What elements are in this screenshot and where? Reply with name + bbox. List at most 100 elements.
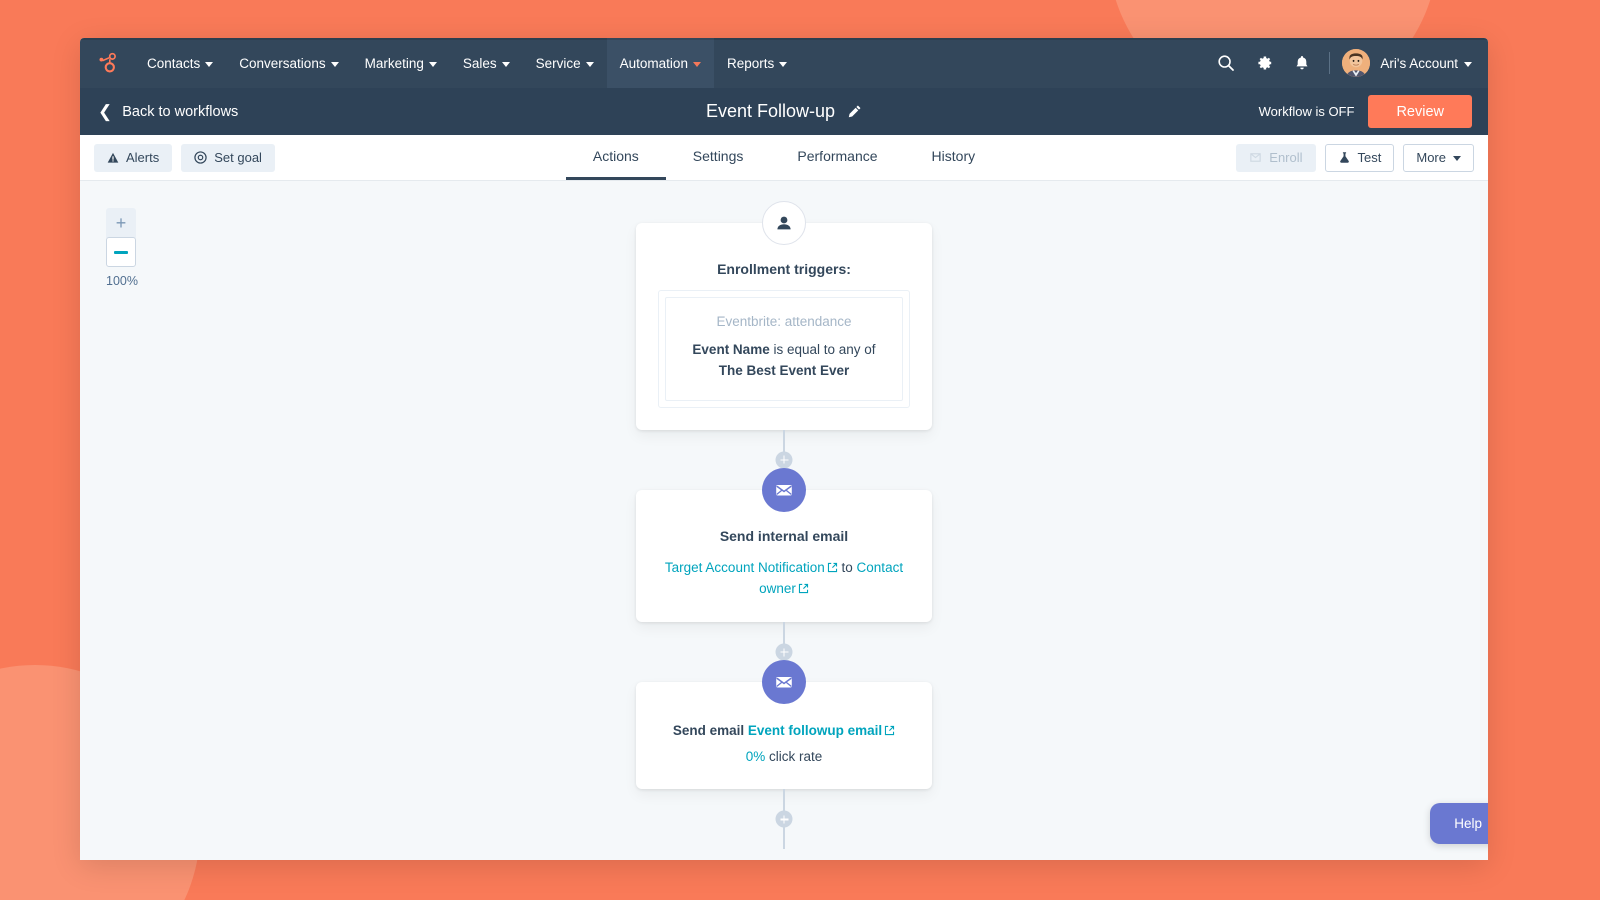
person-icon	[762, 201, 806, 245]
tab-settings[interactable]: Settings	[666, 135, 771, 180]
trigger-value: The Best Event Ever	[718, 362, 850, 378]
workflow-name: Event Follow-up	[705, 101, 836, 121]
workflow-status-label: Workflow is OFF	[1258, 104, 1355, 119]
tab-history[interactable]: History	[905, 135, 1003, 180]
minus-icon	[114, 250, 128, 254]
enroll-label: Enroll	[1269, 150, 1303, 165]
tab-label: Performance	[797, 148, 878, 164]
primary-nav-items: Contacts Conversations Marketing Sales S…	[134, 38, 800, 88]
help-button[interactable]: Help	[1430, 803, 1488, 844]
workflow-flow: Enrollment triggers: Eventbrite: attenda…	[636, 181, 932, 850]
add-action-button[interactable]	[775, 810, 793, 828]
send-email-node[interactable]: Send email Event followup email 0% click…	[636, 660, 932, 790]
internal-email-body: Target Account Notification to Contact o…	[658, 557, 910, 600]
nav-top-shadow	[80, 38, 1488, 40]
search-icon[interactable]	[1207, 38, 1245, 88]
nav-item-label: Reports	[726, 55, 775, 71]
tab-label: Actions	[592, 148, 639, 164]
trigger-outer-frame: Eventbrite: attendance Event Name is equ…	[658, 290, 910, 408]
toolbar-right-actions: Enroll Test More	[1236, 143, 1474, 172]
external-link-icon	[885, 725, 895, 736]
envelope-icon	[762, 660, 806, 705]
avatar[interactable]	[1342, 49, 1371, 77]
send-email-link[interactable]: Event followup email	[748, 723, 895, 738]
enroll-icon	[1250, 153, 1262, 162]
chevron-down-icon	[1464, 61, 1472, 67]
send-email-title: Send email	[672, 723, 745, 739]
tab-performance[interactable]: Performance	[770, 135, 904, 180]
hubspot-sprocket-logo[interactable]	[80, 38, 134, 88]
external-link-icon	[798, 584, 808, 594]
chevron-down-icon	[501, 61, 510, 67]
tab-label: Settings	[692, 148, 744, 164]
alerts-button[interactable]: Alerts	[94, 143, 173, 172]
nav-item-marketing[interactable]: Marketing	[352, 38, 450, 88]
chevron-down-icon	[428, 61, 437, 67]
back-to-workflows-link[interactable]: ❮ Back to workflows	[80, 103, 238, 120]
click-rate-label: click rate	[769, 748, 823, 764]
zoom-in-button[interactable]: +	[106, 208, 136, 238]
flask-icon	[1339, 152, 1349, 163]
toolbar-left-actions: Alerts Set goal	[94, 143, 275, 172]
trigger-source-label: Eventbrite: attendance	[716, 314, 852, 329]
enrollment-trigger-node[interactable]: Enrollment triggers: Eventbrite: attenda…	[636, 201, 932, 430]
internal-email-link[interactable]: Target Account Notification	[665, 560, 838, 575]
more-label: More	[1416, 150, 1446, 165]
chevron-down-icon	[779, 61, 788, 67]
zoom-level-label: 100%	[106, 274, 138, 288]
nav-item-label: Automation	[619, 55, 688, 71]
nav-utility-area: Ari's Account	[1207, 38, 1488, 88]
workflow-titlebar: ❮ Back to workflows Event Follow-up Work…	[80, 88, 1488, 135]
warning-triangle-icon	[107, 152, 119, 163]
set-goal-button[interactable]: Set goal	[181, 143, 275, 172]
app-window: Contacts Conversations Marketing Sales S…	[80, 38, 1488, 860]
account-menu[interactable]: Ari's Account	[1380, 56, 1472, 71]
connector-3	[636, 789, 932, 850]
enrollment-title: Enrollment triggers:	[717, 261, 851, 277]
nav-item-service[interactable]: Service	[523, 38, 607, 88]
top-navigation-bar: Contacts Conversations Marketing Sales S…	[80, 38, 1488, 88]
chevron-down-icon	[205, 61, 214, 67]
trigger-field: Event Name	[692, 342, 770, 357]
trigger-inner-frame: Eventbrite: attendance Event Name is equ…	[665, 297, 903, 401]
more-button[interactable]: More	[1403, 143, 1474, 172]
workflow-canvas[interactable]: + 100% Enrollment triggers: Eventbrite: …	[80, 181, 1488, 860]
send-email-link-label: Event followup email	[747, 723, 883, 739]
nav-item-label: Sales	[462, 55, 497, 71]
nav-item-label: Conversations	[239, 55, 326, 71]
zoom-out-button[interactable]	[106, 237, 136, 267]
add-action-button[interactable]	[775, 451, 793, 469]
test-label: Test	[1357, 150, 1382, 165]
nav-divider	[1329, 52, 1331, 74]
nav-item-reports[interactable]: Reports	[714, 38, 800, 88]
tab-actions[interactable]: Actions	[565, 135, 666, 180]
chevron-down-icon	[692, 61, 701, 67]
add-action-button[interactable]	[775, 643, 793, 661]
set-goal-label: Set goal	[214, 150, 262, 165]
send-internal-email-node[interactable]: Send internal email Target Account Notif…	[636, 467, 932, 623]
account-label: Ari's Account	[1380, 55, 1458, 71]
nav-item-conversations[interactable]: Conversations	[226, 38, 351, 88]
chevron-down-icon	[1453, 156, 1461, 161]
gear-icon[interactable]	[1245, 38, 1283, 88]
pencil-icon[interactable]	[847, 104, 862, 119]
envelope-icon	[762, 467, 806, 512]
chevron-down-icon	[585, 61, 594, 67]
send-email-metric: 0% click rate	[658, 746, 910, 768]
internal-email-title: Send internal email	[719, 527, 849, 544]
internal-email-link-label: Target Account Notification	[664, 559, 825, 575]
target-icon	[194, 151, 207, 164]
nav-item-sales[interactable]: Sales	[450, 38, 523, 88]
nav-item-contacts[interactable]: Contacts	[134, 38, 226, 88]
back-label: Back to workflows	[122, 103, 239, 120]
review-button[interactable]: Review	[1368, 95, 1472, 128]
send-email-headline: Send email Event followup email	[658, 720, 910, 742]
test-button[interactable]: Test	[1324, 143, 1395, 172]
trigger-operator: is equal to any of	[773, 342, 876, 357]
nav-item-label: Contacts	[147, 55, 201, 71]
zoom-controls: + 100%	[106, 208, 138, 288]
alerts-label: Alerts	[126, 150, 160, 165]
nav-item-automation[interactable]: Automation	[606, 38, 714, 88]
bell-icon[interactable]	[1283, 38, 1321, 88]
nav-item-label: Service	[535, 55, 581, 71]
